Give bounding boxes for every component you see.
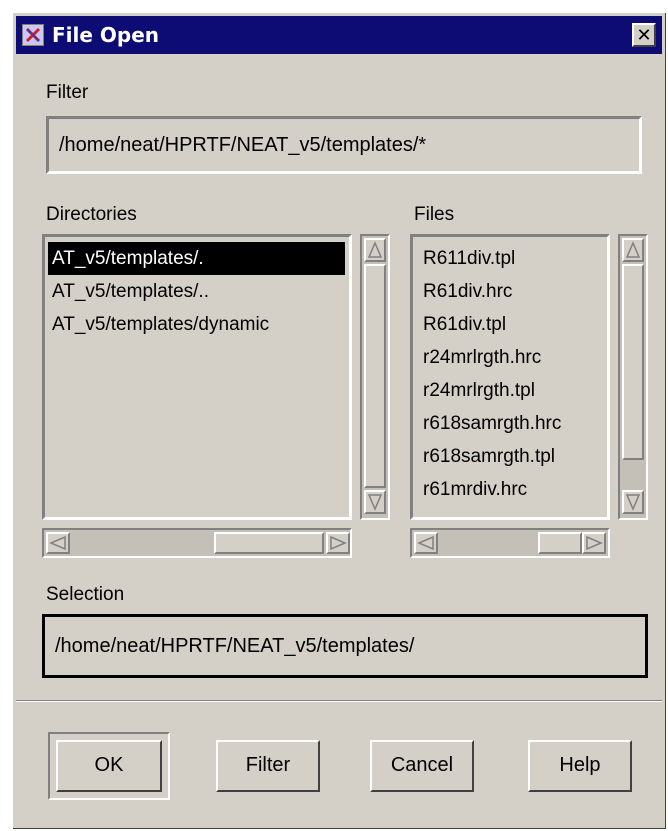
- scroll-thumb[interactable]: [538, 532, 582, 554]
- files-list[interactable]: R611div.tpl R61div.hrc R61div.tpl r24mrl…: [410, 234, 610, 520]
- window-title: File Open: [52, 23, 160, 47]
- file-item[interactable]: r61mrdiv.hrc: [419, 473, 607, 506]
- scroll-up-arrow-icon[interactable]: [364, 238, 386, 262]
- selection-input[interactable]: /home/neat/HPRTF/NEAT_v5/templates/: [42, 614, 648, 678]
- help-button[interactable]: Help: [528, 740, 632, 792]
- scroll-down-arrow-icon[interactable]: [364, 490, 386, 514]
- scroll-thumb[interactable]: [214, 532, 324, 554]
- directories-list[interactable]: AT_v5/templates/. AT_v5/templates/.. AT_…: [42, 234, 352, 520]
- file-item[interactable]: R61div.hrc: [419, 275, 607, 308]
- directory-item[interactable]: AT_v5/templates/dynamic: [48, 308, 349, 341]
- close-icon: ✕: [636, 25, 652, 45]
- file-item[interactable]: R61div.tpl: [419, 308, 607, 341]
- scroll-thumb[interactable]: [364, 264, 386, 488]
- scroll-down-arrow-icon[interactable]: [622, 490, 644, 514]
- directory-item[interactable]: AT_v5/templates/..: [48, 275, 349, 308]
- close-button[interactable]: ✕: [632, 23, 656, 47]
- filter-input[interactable]: /home/neat/HPRTF/NEAT_v5/templates/*: [46, 116, 642, 174]
- ok-button[interactable]: OK: [56, 740, 162, 792]
- filter-label: Filter: [46, 82, 89, 103]
- directories-horizontal-scrollbar[interactable]: [42, 528, 352, 558]
- filter-button[interactable]: Filter: [216, 740, 320, 792]
- file-item[interactable]: r618samrgth.hrc: [419, 407, 607, 440]
- file-item[interactable]: r24mrlrgth.hrc: [419, 341, 607, 374]
- scroll-left-arrow-icon[interactable]: [414, 532, 438, 554]
- files-vertical-scrollbar[interactable]: [618, 234, 648, 520]
- title-bar[interactable]: File Open ✕: [16, 16, 662, 54]
- scroll-left-arrow-icon[interactable]: [46, 532, 70, 554]
- scroll-right-arrow-icon[interactable]: [326, 532, 350, 554]
- file-item[interactable]: r618samrgth.tpl: [419, 440, 607, 473]
- cancel-button[interactable]: Cancel: [370, 740, 474, 792]
- file-item[interactable]: r24mrlrgth.tpl: [419, 374, 607, 407]
- files-label: Files: [414, 204, 455, 225]
- selection-label: Selection: [46, 584, 125, 605]
- directories-label: Directories: [46, 204, 137, 225]
- button-separator: [16, 700, 662, 702]
- directories-vertical-scrollbar[interactable]: [360, 234, 390, 520]
- scroll-thumb[interactable]: [622, 264, 644, 460]
- file-item[interactable]: R611div.tpl: [419, 242, 607, 275]
- scroll-right-arrow-icon[interactable]: [582, 532, 606, 554]
- file-open-dialog: File Open ✕ Filter /home/neat/HPRTF/NEAT…: [12, 12, 666, 829]
- app-x-icon[interactable]: [22, 24, 44, 46]
- files-horizontal-scrollbar[interactable]: [410, 528, 610, 558]
- scroll-up-arrow-icon[interactable]: [622, 238, 644, 262]
- directory-item[interactable]: AT_v5/templates/.: [48, 242, 345, 275]
